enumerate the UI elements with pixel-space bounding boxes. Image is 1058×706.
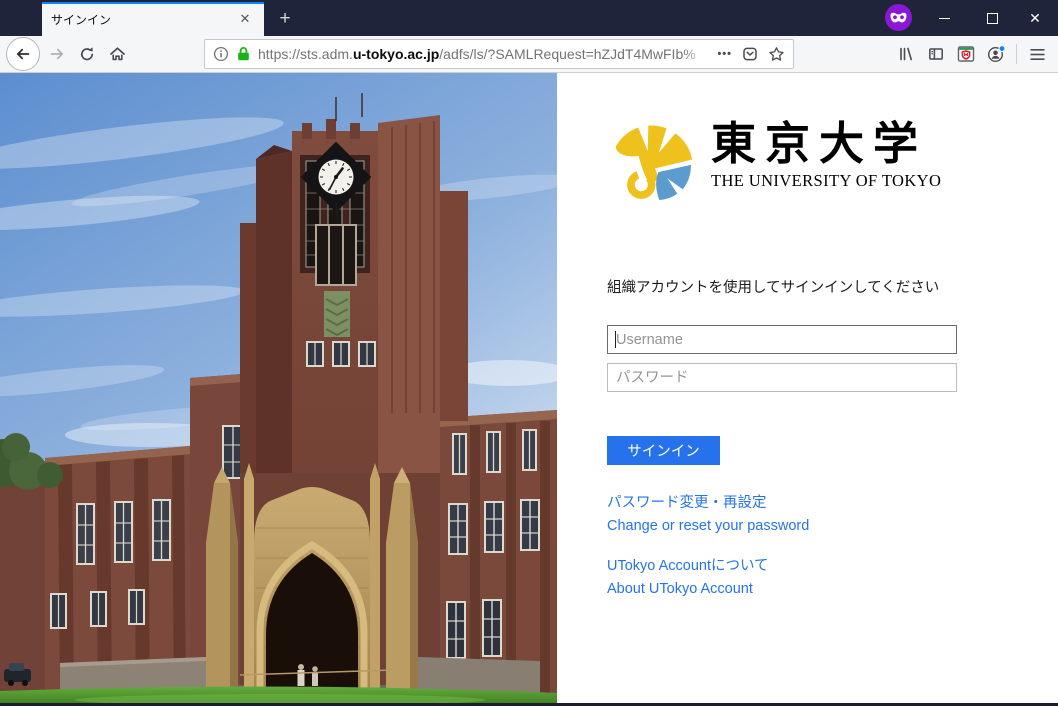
username-field-wrapper — [607, 325, 957, 354]
username-input[interactable] — [607, 325, 957, 354]
page-info-icon[interactable] — [213, 46, 229, 62]
webadvisor-extension-button[interactable] — [951, 39, 981, 69]
account-button[interactable] — [981, 39, 1011, 69]
page-actions: ••• — [717, 46, 785, 62]
utokyo-logo: 東京大学 THE UNIVERSITY OF TOKYO — [608, 109, 941, 201]
about-links-group: UTokyo Accountについて About UTokyo Account — [607, 555, 809, 601]
url-bar[interactable]: https://sts.adm.u-tokyo.ac.jp/adfs/ls/?S… — [204, 39, 794, 69]
url-domain: u-tokyo.ac.jp — [353, 46, 439, 62]
page-actions-menu-icon[interactable]: ••• — [717, 48, 732, 60]
close-icon: ✕ — [1029, 11, 1041, 25]
utokyo-logo-english: THE UNIVERSITY OF TOKYO — [711, 171, 941, 191]
window-close-button[interactable]: ✕ — [1018, 0, 1052, 36]
forward-button[interactable] — [42, 39, 72, 69]
utokyo-logo-kanji: 東京大学 — [711, 119, 941, 169]
campus-photo — [0, 73, 557, 705]
signin-instruction: 組織アカウントを使用してサインインしてください — [607, 276, 939, 297]
about-account-link-ja[interactable]: UTokyo Accountについて — [607, 555, 809, 578]
url-fade-overlay — [682, 46, 710, 62]
window-minimize-button[interactable] — [927, 0, 961, 36]
browser-window: サインイン ✕ + ✕ — [0, 0, 1058, 706]
pocket-icon[interactable] — [742, 46, 758, 62]
private-mask-icon — [890, 12, 907, 23]
home-icon — [109, 46, 126, 62]
menu-button[interactable] — [1022, 39, 1052, 69]
about-account-link-en[interactable]: About UTokyo Account — [607, 578, 809, 601]
text-caret — [615, 331, 616, 348]
bookmark-star-icon[interactable] — [768, 46, 785, 62]
toolbar-separator — [1016, 44, 1017, 64]
tab-close-icon[interactable]: ✕ — [235, 9, 255, 29]
new-tab-button[interactable]: + — [272, 6, 298, 32]
url-path: /adfs/ls/?SAMLRequest=hZJdT4MwFIb% — [439, 46, 695, 62]
signin-panel: 東京大学 THE UNIVERSITY OF TOKYO 組織アカウントを使用し… — [557, 73, 1058, 705]
url-prefix: https://sts.adm. — [258, 46, 353, 62]
tab-signin[interactable]: サインイン ✕ — [42, 2, 264, 36]
private-browsing-badge — [885, 4, 912, 31]
tab-title: サインイン — [51, 11, 235, 28]
sidebar-icon — [928, 46, 944, 62]
password-reset-link-en[interactable]: Change or reset your password — [607, 515, 809, 538]
minimize-icon — [939, 18, 950, 19]
navigation-toolbar: https://sts.adm.u-tokyo.ac.jp/adfs/ls/?S… — [0, 36, 1058, 73]
back-arrow-icon — [15, 46, 31, 62]
page-content: 東京大学 THE UNIVERSITY OF TOKYO 組織アカウントを使用し… — [0, 73, 1058, 705]
password-links-group: パスワード変更・再設定 Change or reset your passwor… — [607, 492, 809, 538]
titlebar: サインイン ✕ + ✕ — [0, 0, 1058, 36]
reload-button[interactable] — [72, 39, 102, 69]
signin-button[interactable]: サインイン — [607, 436, 720, 465]
password-field-wrapper — [607, 363, 957, 392]
account-icon — [987, 45, 1006, 63]
library-icon — [898, 46, 914, 62]
signin-links: パスワード変更・再設定 Change or reset your passwor… — [607, 492, 809, 618]
forward-arrow-icon — [49, 46, 65, 62]
utokyo-ginkgo-icon — [608, 109, 698, 201]
back-button[interactable] — [6, 37, 40, 71]
hamburger-menu-icon — [1030, 48, 1045, 61]
password-input[interactable] — [607, 363, 957, 392]
shield-extension-icon — [957, 45, 975, 63]
window-maximize-button[interactable] — [975, 0, 1009, 36]
tab-active-stripe — [42, 2, 264, 4]
library-button[interactable] — [891, 39, 921, 69]
maximize-icon — [987, 13, 998, 24]
https-lock-icon[interactable] — [236, 46, 251, 62]
reload-icon — [79, 46, 95, 62]
password-reset-link-ja[interactable]: パスワード変更・再設定 — [607, 492, 809, 515]
url-text[interactable]: https://sts.adm.u-tokyo.ac.jp/adfs/ls/?S… — [258, 46, 710, 62]
sidebar-toggle-button[interactable] — [921, 39, 951, 69]
utokyo-logo-text: 東京大学 THE UNIVERSITY OF TOKYO — [711, 119, 941, 192]
home-button[interactable] — [102, 39, 132, 69]
